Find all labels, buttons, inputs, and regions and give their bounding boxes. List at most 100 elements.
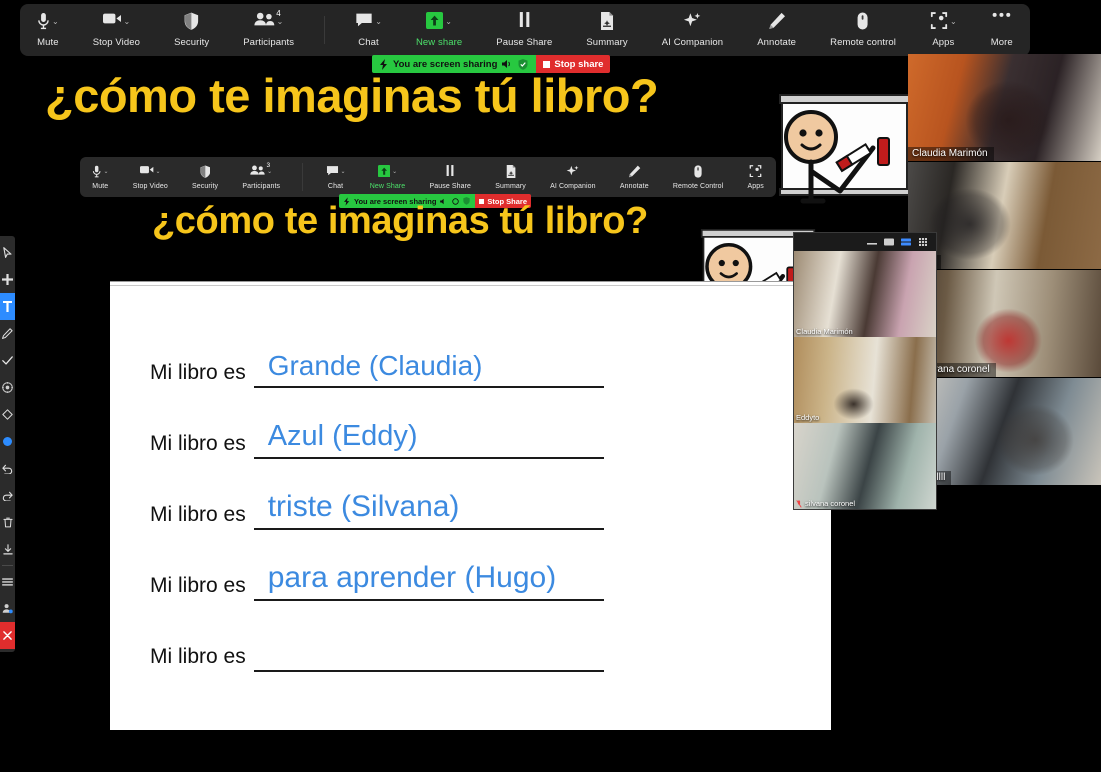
toolbar-button-security[interactable]: Security [168, 6, 215, 54]
annotator-name-button[interactable] [0, 595, 15, 622]
speaker-view-icon[interactable] [884, 238, 894, 246]
toolbar-button-label: New share [415, 37, 463, 48]
chevron-down-icon[interactable]: ⌄ [375, 12, 382, 32]
worksheet-answer: para aprender (Hugo) [267, 561, 557, 594]
chevron-down-icon[interactable]: ⌄ [103, 165, 108, 179]
toolbar-button-new-share[interactable]: ⌄ New share [410, 6, 468, 54]
toolbar-button-label: Summary [495, 182, 526, 190]
worksheet-line: Mi libro es Grande (Claudia) [150, 350, 604, 388]
toolbar-divider [302, 163, 304, 191]
text-tool[interactable] [0, 293, 15, 320]
nested-zoom-toolbar: ⌄ Mute ⌄ Stop Video Security 3 ⌄ Participants ⌄ C… [80, 157, 776, 197]
annotation-toolbar [0, 236, 15, 652]
gallery-view-icon[interactable] [918, 238, 928, 246]
clear-button[interactable] [0, 509, 15, 536]
toolbar-button-apps[interactable]: Apps [744, 159, 768, 195]
move-cross-icon [2, 274, 13, 285]
toolbar-button-pause-share[interactable]: Pause Share [425, 159, 475, 195]
toolbar-button-mute[interactable]: ⌄ Mute [88, 159, 112, 195]
nested-participant-video-overlay [794, 337, 936, 423]
toolbar-button-participants[interactable]: 3 ⌄ Participants [238, 159, 284, 195]
toolbar-button-pause-share[interactable]: Pause Share [490, 6, 558, 54]
chat-bubble-icon [326, 165, 339, 176]
toolbar-button-label: Participants [243, 37, 295, 48]
toolbar-button-label: Apps [747, 182, 764, 190]
participant-name-badge: Claudia Marimón [908, 147, 994, 161]
toolbar-button-security[interactable]: Security [188, 159, 222, 195]
draw-pen-tool[interactable] [0, 320, 15, 347]
toolbar-button-mute[interactable]: ⌄ Mute [31, 6, 65, 54]
chevron-down-icon[interactable]: ⌄ [392, 165, 397, 179]
eraser-tool[interactable] [0, 401, 15, 428]
worksheet-blank[interactable]: triste (Silvana) [253, 490, 604, 530]
toolbar-button-label: Summary [586, 37, 628, 48]
nested-participant-tile[interactable]: Claudia Marimón [794, 251, 936, 337]
person-badge-icon [2, 603, 13, 614]
toolbar-button-label: Chat [327, 182, 344, 190]
worksheet-prompt: Mi libro es [150, 574, 246, 597]
chevron-down-icon[interactable]: ⌄ [445, 12, 452, 32]
close-annotation-button[interactable] [0, 622, 15, 649]
toolbar-button-stop-video[interactable]: ⌄ Stop Video [87, 6, 146, 54]
toolbar-button-label: Participants [242, 182, 281, 190]
nested-participant-video [794, 251, 936, 337]
worksheet-blank[interactable]: Azul (Eddy) [253, 420, 604, 459]
toolbar-button-label: Security [192, 182, 219, 190]
toolbar-button-ai-companion[interactable]: AI Companion [656, 6, 729, 54]
undo-arrow-icon [2, 464, 13, 474]
worksheet-blank[interactable]: Grande (Claudia) [253, 350, 604, 388]
chevron-down-icon[interactable]: ⌄ [123, 12, 130, 32]
undo-button[interactable] [0, 455, 15, 482]
worksheet-prompt: Mi libro es [150, 503, 246, 526]
nested-participant-name: Claudia Marimón [796, 327, 853, 336]
spotlight-tool[interactable] [0, 374, 15, 401]
toolbar-button-apps[interactable]: ⌄ Apps [924, 6, 963, 54]
format-lines-button[interactable] [0, 568, 15, 595]
toolbar-button-new-share[interactable]: ⌄ New Share [366, 159, 410, 195]
worksheet-blank[interactable]: para aprender (Hugo) [253, 561, 604, 601]
move-tool[interactable] [0, 266, 15, 293]
toolbar-button-chat[interactable]: ⌄ Chat [322, 159, 350, 195]
spotlight-icon [2, 382, 13, 393]
toolbar-button-annotate[interactable]: Annotate [616, 159, 653, 195]
participant-video-overlay [908, 54, 1101, 161]
toolbar-button-label: Annotate [757, 37, 797, 48]
chevron-down-icon[interactable]: ⌄ [156, 165, 161, 179]
minimize-icon[interactable] [867, 238, 877, 246]
toolbar-button-remote-control[interactable]: Remote Control [669, 159, 727, 195]
toolbar-button-label: New Share [369, 182, 406, 190]
worksheet-line: Mi libro es [150, 644, 604, 672]
redo-arrow-icon [2, 491, 13, 501]
toolbar-button-summary[interactable]: Summary [580, 6, 633, 54]
color-picker[interactable] [0, 428, 15, 455]
toolbar-button-label: Security [174, 37, 210, 48]
redo-button[interactable] [0, 482, 15, 509]
chevron-down-icon[interactable]: ⌄ [52, 12, 59, 32]
mic-muted-icon [796, 499, 802, 508]
nested-participant-tile[interactable]: Eddyto [794, 337, 936, 423]
nested-participant-tile[interactable]: silvana coronel [794, 423, 936, 509]
toolbar-button-chat[interactable]: ⌄ Chat [349, 6, 388, 54]
toolbar-button-stop-video[interactable]: ⌄ Stop Video [129, 159, 172, 195]
save-button[interactable] [0, 536, 15, 563]
toolbar-button-remote-control[interactable]: Remote control [824, 6, 902, 54]
toolbar-button-summary[interactable]: Summary [491, 159, 530, 195]
more-dots-icon [992, 12, 1011, 18]
toolbar-button-annotate[interactable]: Annotate [751, 6, 802, 54]
stamp-check-tool[interactable] [0, 347, 15, 374]
stop-square-icon [543, 60, 551, 68]
select-cursor-tool[interactable] [0, 239, 15, 266]
side-by-side-icon[interactable] [901, 238, 911, 246]
toolbar-button-more[interactable]: More [985, 6, 1019, 54]
chevron-down-icon[interactable]: ⌄ [341, 165, 346, 179]
nested-participants-strip: Claudia Marimón Eddyto silvana coronel [793, 232, 937, 510]
worksheet-answer: Grande (Claudia) [267, 350, 483, 381]
microphone-icon [92, 165, 101, 178]
slide-divider [110, 285, 831, 286]
toolbar-button-label: Remote Control [672, 182, 724, 190]
toolbar-button-ai-companion[interactable]: AI Companion [546, 159, 600, 195]
chevron-down-icon[interactable]: ⌄ [950, 12, 957, 32]
worksheet-blank[interactable] [253, 644, 604, 672]
toolbar-button-participants[interactable]: 4 ⌄ Participants [237, 6, 300, 54]
participant-tile[interactable]: Claudia Marimón [908, 54, 1101, 162]
